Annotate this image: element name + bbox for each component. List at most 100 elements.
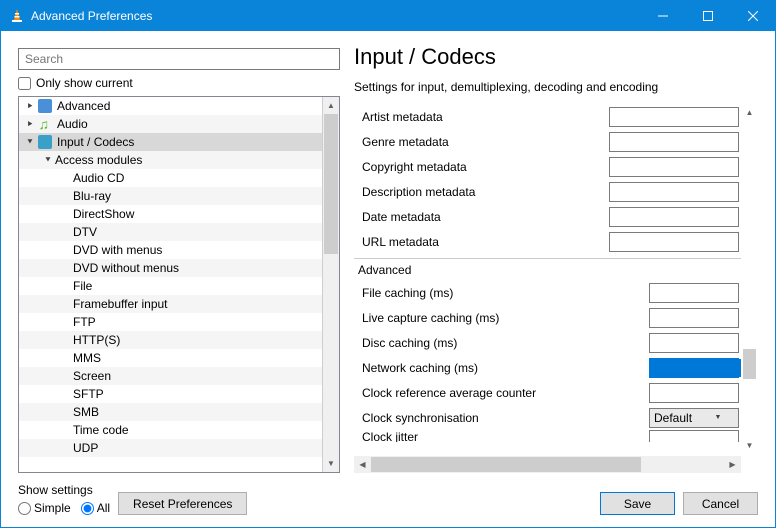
tree-item-label: SMB: [73, 405, 99, 419]
setting-spinbox[interactable]: ▲▼: [649, 333, 739, 353]
settings-hscrollbar[interactable]: ◀ ▶: [354, 456, 741, 473]
tree-item[interactable]: ⯈File: [19, 277, 322, 295]
chevron-right-icon[interactable]: ⯈: [23, 101, 37, 112]
scroll-thumb[interactable]: [324, 114, 338, 254]
scroll-down-icon[interactable]: ▼: [741, 437, 758, 454]
close-button[interactable]: [730, 1, 775, 31]
tree-item[interactable]: ⯈Time code: [19, 421, 322, 439]
settings-panel: Artist metadataGenre metadataCopyright m…: [354, 104, 741, 454]
setting-row: Date metadata: [354, 204, 741, 229]
tree-item[interactable]: ⯈DirectShow: [19, 205, 322, 223]
setting-label: URL metadata: [362, 235, 609, 249]
tree-item-label: DTV: [73, 225, 97, 239]
setting-combobox[interactable]: Default▼: [649, 408, 739, 428]
settings-scrollbar[interactable]: ▲ ▼: [741, 104, 758, 454]
spin-input[interactable]: [650, 384, 741, 402]
chevron-down-icon[interactable]: ⯆: [23, 137, 37, 148]
setting-label: File caching (ms): [362, 286, 649, 300]
only-show-current-checkbox[interactable]: [18, 77, 31, 90]
tree-item[interactable]: ⯈DVD without menus: [19, 259, 322, 277]
spin-input[interactable]: [650, 334, 741, 352]
tree-item-label: FTP: [73, 315, 96, 329]
tree-item[interactable]: ⯈Blu-ray: [19, 187, 322, 205]
all-radio[interactable]: All: [81, 501, 110, 515]
tree-item[interactable]: ⯈MMS: [19, 349, 322, 367]
spin-input[interactable]: [650, 431, 741, 442]
tree-item[interactable]: ⯆Access modules: [19, 151, 322, 169]
scroll-down-icon[interactable]: ▼: [323, 455, 339, 472]
setting-label: Clock reference average counter: [362, 386, 649, 400]
tree-item-label: Screen: [73, 369, 111, 383]
tree-item[interactable]: ⯈HTTP(S): [19, 331, 322, 349]
tree-item[interactable]: ⯈UDP: [19, 439, 322, 457]
tree-item[interactable]: ⯈Framebuffer input: [19, 295, 322, 313]
tree-item[interactable]: ⯈DTV: [19, 223, 322, 241]
search-input[interactable]: [18, 48, 340, 70]
setting-text-input[interactable]: [609, 182, 739, 202]
setting-spinbox[interactable]: ▲▼: [649, 283, 739, 303]
save-button[interactable]: Save: [600, 492, 675, 515]
titlebar: Advanced Preferences: [1, 1, 775, 31]
spin-input[interactable]: [650, 359, 741, 377]
setting-row: URL metadata: [354, 229, 741, 254]
minimize-button[interactable]: [640, 1, 685, 31]
tree-item[interactable]: ⯈♫Audio: [19, 115, 322, 133]
tree-item[interactable]: ⯈SFTP: [19, 385, 322, 403]
scroll-up-icon[interactable]: ▲: [741, 104, 758, 121]
tree-scrollbar[interactable]: ▲ ▼: [322, 97, 339, 472]
setting-row: Genre metadata: [354, 129, 741, 154]
tree-item[interactable]: ⯈Screen: [19, 367, 322, 385]
setting-spinbox[interactable]: ▲▼: [649, 430, 739, 442]
simple-radio[interactable]: Simple: [18, 501, 71, 515]
tree-item[interactable]: ⯈Audio CD: [19, 169, 322, 187]
vlc-icon: [9, 8, 25, 24]
audio-icon: ♫: [37, 116, 53, 132]
setting-label: Genre metadata: [362, 135, 609, 149]
spin-input[interactable]: [650, 309, 741, 327]
chevron-down-icon[interactable]: ▼: [694, 414, 738, 421]
setting-row: Description metadata: [354, 179, 741, 204]
setting-label: Disc caching (ms): [362, 336, 649, 350]
spin-input[interactable]: [650, 284, 741, 302]
scroll-up-icon[interactable]: ▲: [323, 97, 339, 114]
setting-text-input[interactable]: [609, 232, 739, 252]
tree-item-label: Input / Codecs: [57, 135, 134, 149]
setting-label: Clock synchronisation: [362, 411, 649, 425]
setting-text-input[interactable]: [609, 107, 739, 127]
scroll-left-icon[interactable]: ◀: [354, 456, 371, 473]
setting-text-input[interactable]: [609, 157, 739, 177]
section-header: Advanced: [354, 258, 741, 280]
left-column: Only show current ⯈Advanced⯈♫Audio⯆Input…: [18, 48, 340, 473]
chevron-right-icon[interactable]: ⯈: [23, 119, 37, 130]
reset-preferences-button[interactable]: Reset Preferences: [118, 492, 247, 515]
tree-item-label: HTTP(S): [73, 333, 120, 347]
maximize-button[interactable]: [685, 1, 730, 31]
setting-spinbox[interactable]: ▲▼: [649, 308, 739, 328]
preferences-tree[interactable]: ⯈Advanced⯈♫Audio⯆Input / Codecs⯆Access m…: [19, 97, 322, 472]
tree-item[interactable]: ⯆ Input / Codecs: [19, 133, 322, 151]
setting-text-input[interactable]: [609, 207, 739, 227]
setting-row: File caching (ms)▲▼: [354, 280, 741, 305]
tree-item[interactable]: ⯈Advanced: [19, 97, 322, 115]
setting-row: Clock reference average counter▲▼: [354, 380, 741, 405]
setting-row: Disc caching (ms)▲▼: [354, 330, 741, 355]
right-column: Input / Codecs Settings for input, demul…: [354, 48, 758, 473]
tree-item-label: Framebuffer input: [73, 297, 168, 311]
tree-item[interactable]: ⯈DVD with menus: [19, 241, 322, 259]
setting-label: Copyright metadata: [362, 160, 609, 174]
chevron-down-icon[interactable]: ⯆: [41, 155, 55, 166]
show-settings-label: Show settings: [18, 483, 110, 497]
setting-spinbox[interactable]: ▲▼: [649, 383, 739, 403]
setting-text-input[interactable]: [609, 132, 739, 152]
cancel-button[interactable]: Cancel: [683, 492, 758, 515]
tree-item[interactable]: ⯈FTP: [19, 313, 322, 331]
setting-spinbox[interactable]: ▲▼: [649, 358, 739, 378]
tree-item[interactable]: ⯈SMB: [19, 403, 322, 421]
scroll-right-icon[interactable]: ▶: [724, 456, 741, 473]
show-settings-group: Show settings Simple All: [18, 483, 110, 515]
only-show-current-label: Only show current: [36, 76, 133, 90]
tree-item-label: File: [73, 279, 92, 293]
scroll-thumb[interactable]: [743, 349, 756, 379]
scroll-thumb[interactable]: [371, 457, 641, 472]
only-show-current[interactable]: Only show current: [18, 76, 340, 90]
